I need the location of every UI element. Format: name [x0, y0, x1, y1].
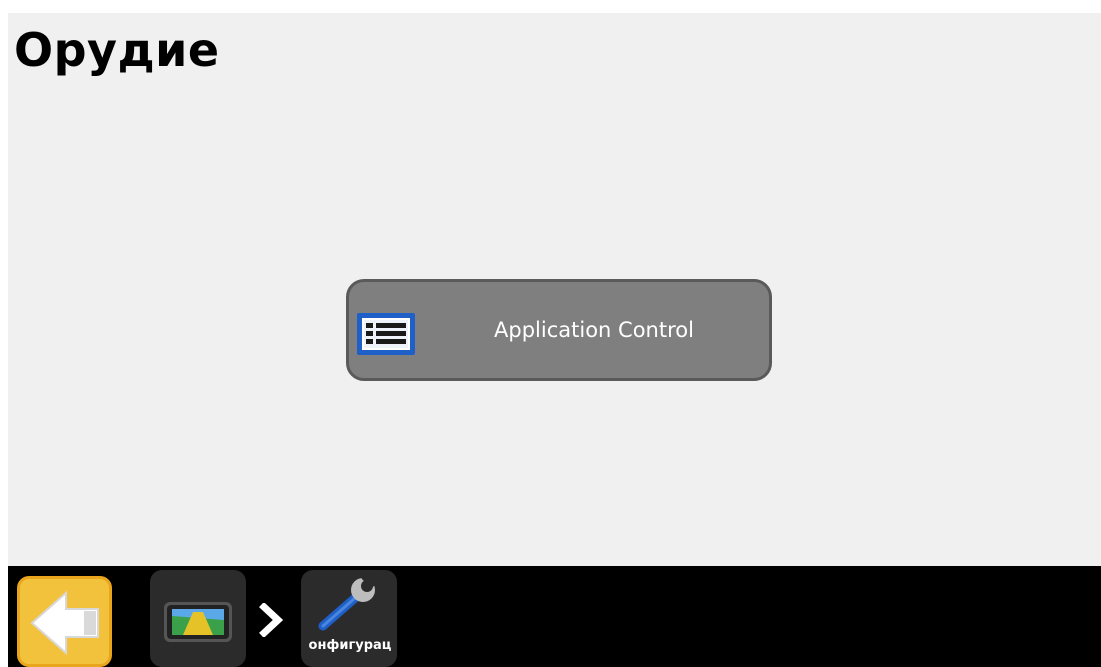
list-icon [355, 311, 417, 357]
main-screen: Орудие Application Control онфигурац [8, 13, 1101, 667]
breadcrumb-configuration[interactable]: онфигурац [301, 570, 397, 667]
bottom-bar: онфигурац [8, 566, 1101, 667]
breadcrumb-configuration-label: онфигурац [308, 638, 392, 653]
application-control-button[interactable]: Application Control [346, 279, 772, 381]
page-title: Орудие [14, 23, 220, 77]
application-control-label: Application Control [494, 318, 694, 342]
back-button[interactable] [17, 576, 112, 667]
chevron-right-icon [258, 602, 286, 641]
breadcrumb-display[interactable] [150, 570, 246, 667]
